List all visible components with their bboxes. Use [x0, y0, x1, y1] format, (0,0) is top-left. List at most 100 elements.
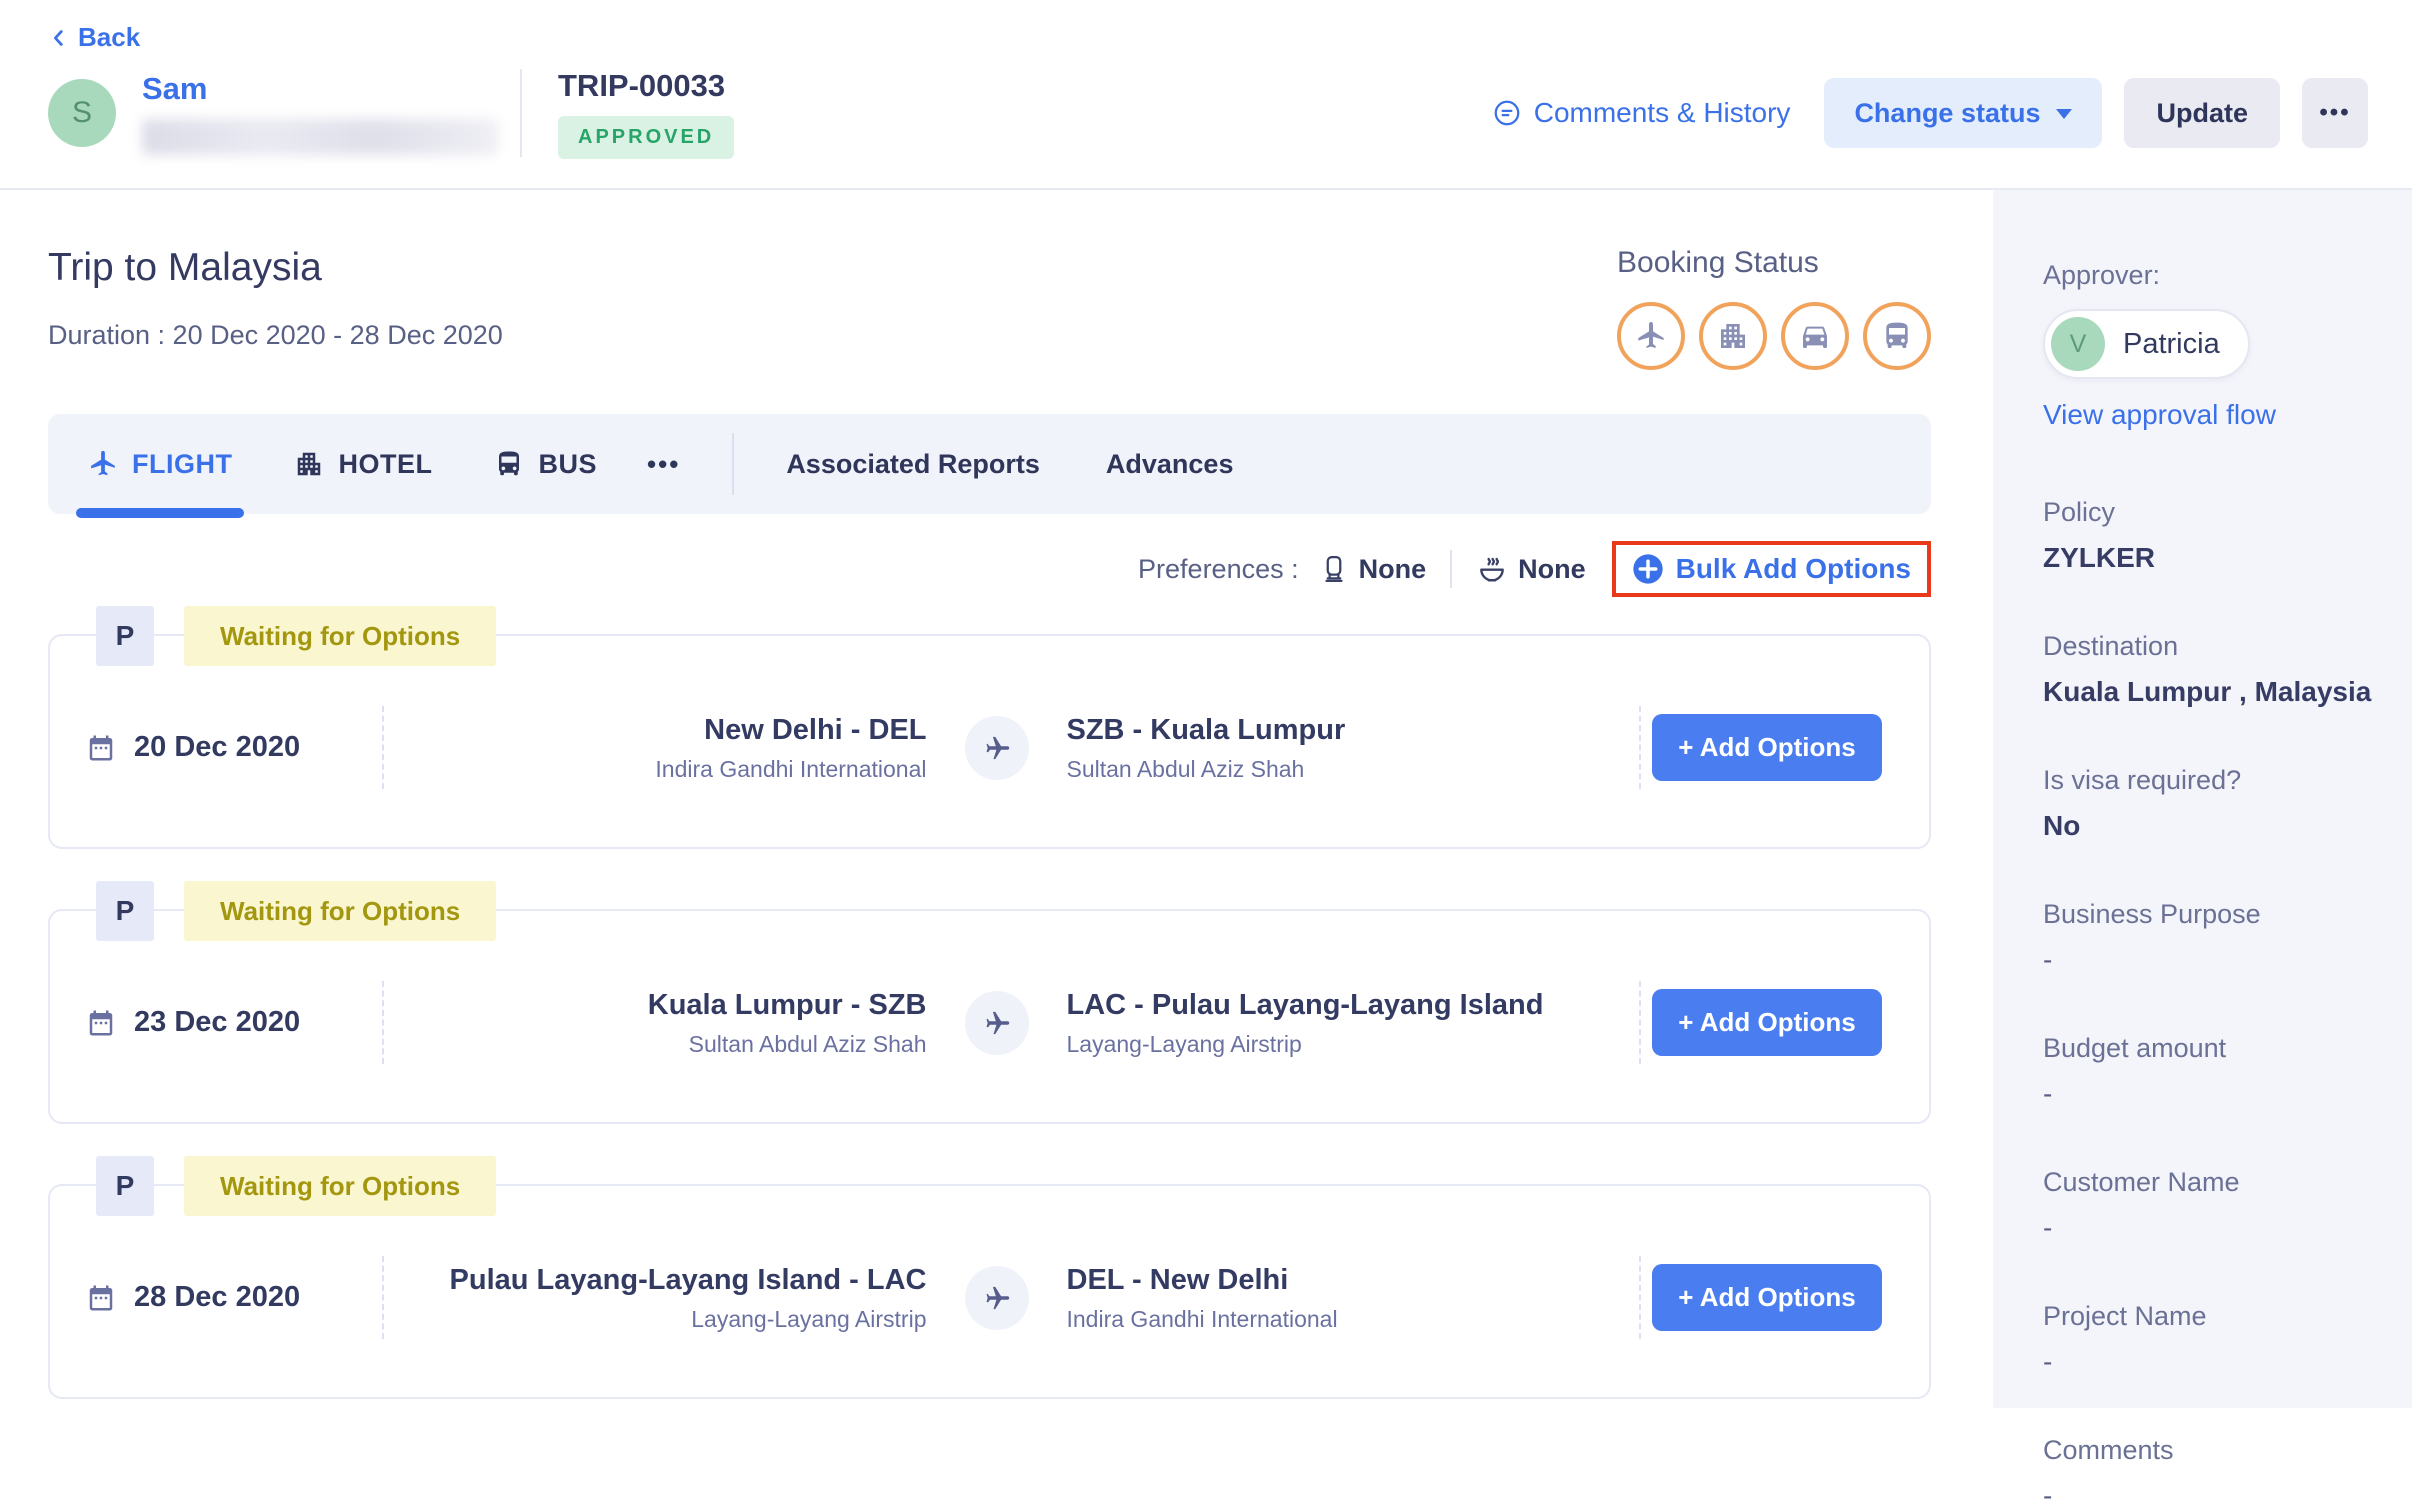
car-icon [1799, 320, 1831, 352]
tab-bus[interactable]: BUS [494, 414, 597, 514]
module-tabbar: FLIGHT HOTEL BUS ••• Associated Reports … [48, 414, 1931, 514]
preferences-divider [1450, 550, 1452, 588]
preference-badge: P [96, 881, 154, 941]
trip-field: Comments - [2043, 1435, 2382, 1512]
add-options-button[interactable]: + Add Options [1652, 989, 1881, 1056]
destination-city: SZB - Kuala Lumpur [1067, 712, 1610, 748]
calendar-icon [86, 733, 116, 763]
user-block: Sam [142, 71, 514, 155]
field-label: Project Name [2043, 1301, 2382, 1332]
update-button[interactable]: Update [2124, 78, 2280, 148]
annotation-highlight-box: Bulk Add Options [1612, 541, 1931, 597]
change-status-button[interactable]: Change status [1824, 78, 2102, 148]
top-header: Back S Sam TRIP-00033 APPROVED Comments … [0, 0, 2412, 190]
booking-status-label: Booking Status [1617, 246, 1931, 280]
bus-icon [1881, 320, 1913, 352]
bulk-add-options-button[interactable]: Bulk Add Options [1632, 553, 1911, 585]
field-label: Customer Name [2043, 1167, 2382, 1198]
preferences-row: Preferences : None None Bulk Add Options [48, 540, 1931, 598]
user-email-redacted [142, 119, 498, 155]
origin-airport: Layang-Layang Airstrip [384, 1306, 927, 1333]
destination-airport: Sultan Abdul Aziz Shah [1067, 756, 1610, 783]
origin-block: Pulau Layang-Layang Island - LAC Layang-… [384, 1262, 965, 1333]
travel-date: 23 Dec 2020 [134, 1006, 300, 1039]
origin-block: Kuala Lumpur - SZB Sultan Abdul Aziz Sha… [384, 987, 965, 1058]
comments-history-link[interactable]: Comments & History [1492, 97, 1791, 129]
origin-city: Pulau Layang-Layang Island - LAC [384, 1262, 927, 1298]
field-value: - [2043, 1212, 2382, 1244]
destination-airport: Layang-Layang Airstrip [1067, 1031, 1610, 1058]
field-value: - [2043, 1346, 2382, 1378]
itinerary-card: P Waiting for Options 28 Dec 2020 Pulau … [48, 1184, 1931, 1399]
seat-preference-value: None [1359, 554, 1427, 585]
approver-name: Patricia [2123, 328, 2220, 361]
trip-field: Is visa required? No [2043, 765, 2382, 842]
tabs-more-button[interactable]: ••• [647, 449, 680, 480]
chevron-left-icon [48, 27, 70, 49]
user-name[interactable]: Sam [142, 71, 514, 107]
field-label: Budget amount [2043, 1033, 2382, 1064]
origin-block: New Delhi - DEL Indira Gandhi Internatio… [384, 712, 965, 783]
status-badge: Waiting for Options [184, 881, 496, 941]
origin-city: New Delhi - DEL [384, 712, 927, 748]
flight-icon [1635, 320, 1667, 352]
field-value: ZYLKER [2043, 542, 2382, 574]
field-label: Business Purpose [2043, 899, 2382, 930]
booking-hotel-status[interactable] [1699, 302, 1767, 370]
status-badge: Waiting for Options [184, 606, 496, 666]
meal-icon [1476, 553, 1508, 585]
destination-block: SZB - Kuala Lumpur Sultan Abdul Aziz Sha… [1029, 712, 1640, 783]
plus-circle-icon [1632, 553, 1664, 585]
flight-direction-icon [965, 716, 1029, 780]
trip-field: Business Purpose - [2043, 899, 2382, 976]
preference-badge: P [96, 606, 154, 666]
approver-label: Approver: [2043, 260, 2382, 291]
more-actions-button[interactable]: ••• [2302, 78, 2368, 148]
hotel-icon [1717, 320, 1749, 352]
preferences-label: Preferences : [1138, 554, 1299, 585]
tab-hotel[interactable]: HOTEL [294, 414, 432, 514]
trip-field: Customer Name - [2043, 1167, 2382, 1244]
comment-icon [1492, 98, 1522, 128]
origin-airport: Sultan Abdul Aziz Shah [384, 1031, 927, 1058]
itinerary-list: P Waiting for Options 20 Dec 2020 New De… [48, 634, 1931, 1399]
page-title: Trip to Malaysia [48, 246, 503, 290]
trip-field: Destination Kuala Lumpur , Malaysia [2043, 631, 2382, 708]
booking-bus-status[interactable] [1863, 302, 1931, 370]
tab-associated-reports[interactable]: Associated Reports [786, 449, 1040, 480]
field-label: Comments [2043, 1435, 2382, 1466]
tab-divider [732, 433, 734, 495]
approver-pill[interactable]: V Patricia [2043, 309, 2250, 379]
user-avatar: S [48, 79, 116, 147]
origin-airport: Indira Gandhi International [384, 756, 927, 783]
view-approval-flow-link[interactable]: View approval flow [2043, 399, 2382, 431]
booking-car-status[interactable] [1781, 302, 1849, 370]
booking-status-block: Booking Status [1617, 246, 1931, 370]
chevron-down-icon [2056, 109, 2072, 127]
add-options-button[interactable]: + Add Options [1652, 1264, 1881, 1331]
header-divider [520, 69, 522, 157]
back-button[interactable]: Back [48, 22, 140, 53]
trip-field: Policy ZYLKER [2043, 497, 2382, 574]
meal-preference-value: None [1518, 554, 1586, 585]
trip-field: Budget amount - [2043, 1033, 2382, 1110]
back-label: Back [78, 22, 140, 53]
flight-icon [88, 449, 118, 479]
destination-airport: Indira Gandhi International [1067, 1306, 1610, 1333]
destination-block: LAC - Pulau Layang-Layang Island Layang-… [1029, 987, 1640, 1058]
trip-id-block: TRIP-00033 APPROVED [558, 68, 734, 159]
approver-avatar: V [2051, 317, 2105, 371]
flight-direction-icon [965, 1266, 1029, 1330]
travel-date: 20 Dec 2020 [134, 731, 300, 764]
trip-fields: Policy ZYLKER Destination Kuala Lumpur ,… [2043, 497, 2382, 1512]
trip-field: Project Name - [2043, 1301, 2382, 1378]
field-label: Is visa required? [2043, 765, 2382, 796]
trip-details-sidebar: Approver: V Patricia View approval flow … [1993, 190, 2412, 1408]
add-options-button[interactable]: + Add Options [1652, 714, 1881, 781]
destination-block: DEL - New Delhi Indira Gandhi Internatio… [1029, 1262, 1640, 1333]
field-label: Policy [2043, 497, 2382, 528]
booking-flight-status[interactable] [1617, 302, 1685, 370]
itinerary-card: P Waiting for Options 23 Dec 2020 Kuala … [48, 909, 1931, 1124]
tab-advances[interactable]: Advances [1106, 449, 1234, 480]
tab-flight[interactable]: FLIGHT [88, 414, 232, 514]
